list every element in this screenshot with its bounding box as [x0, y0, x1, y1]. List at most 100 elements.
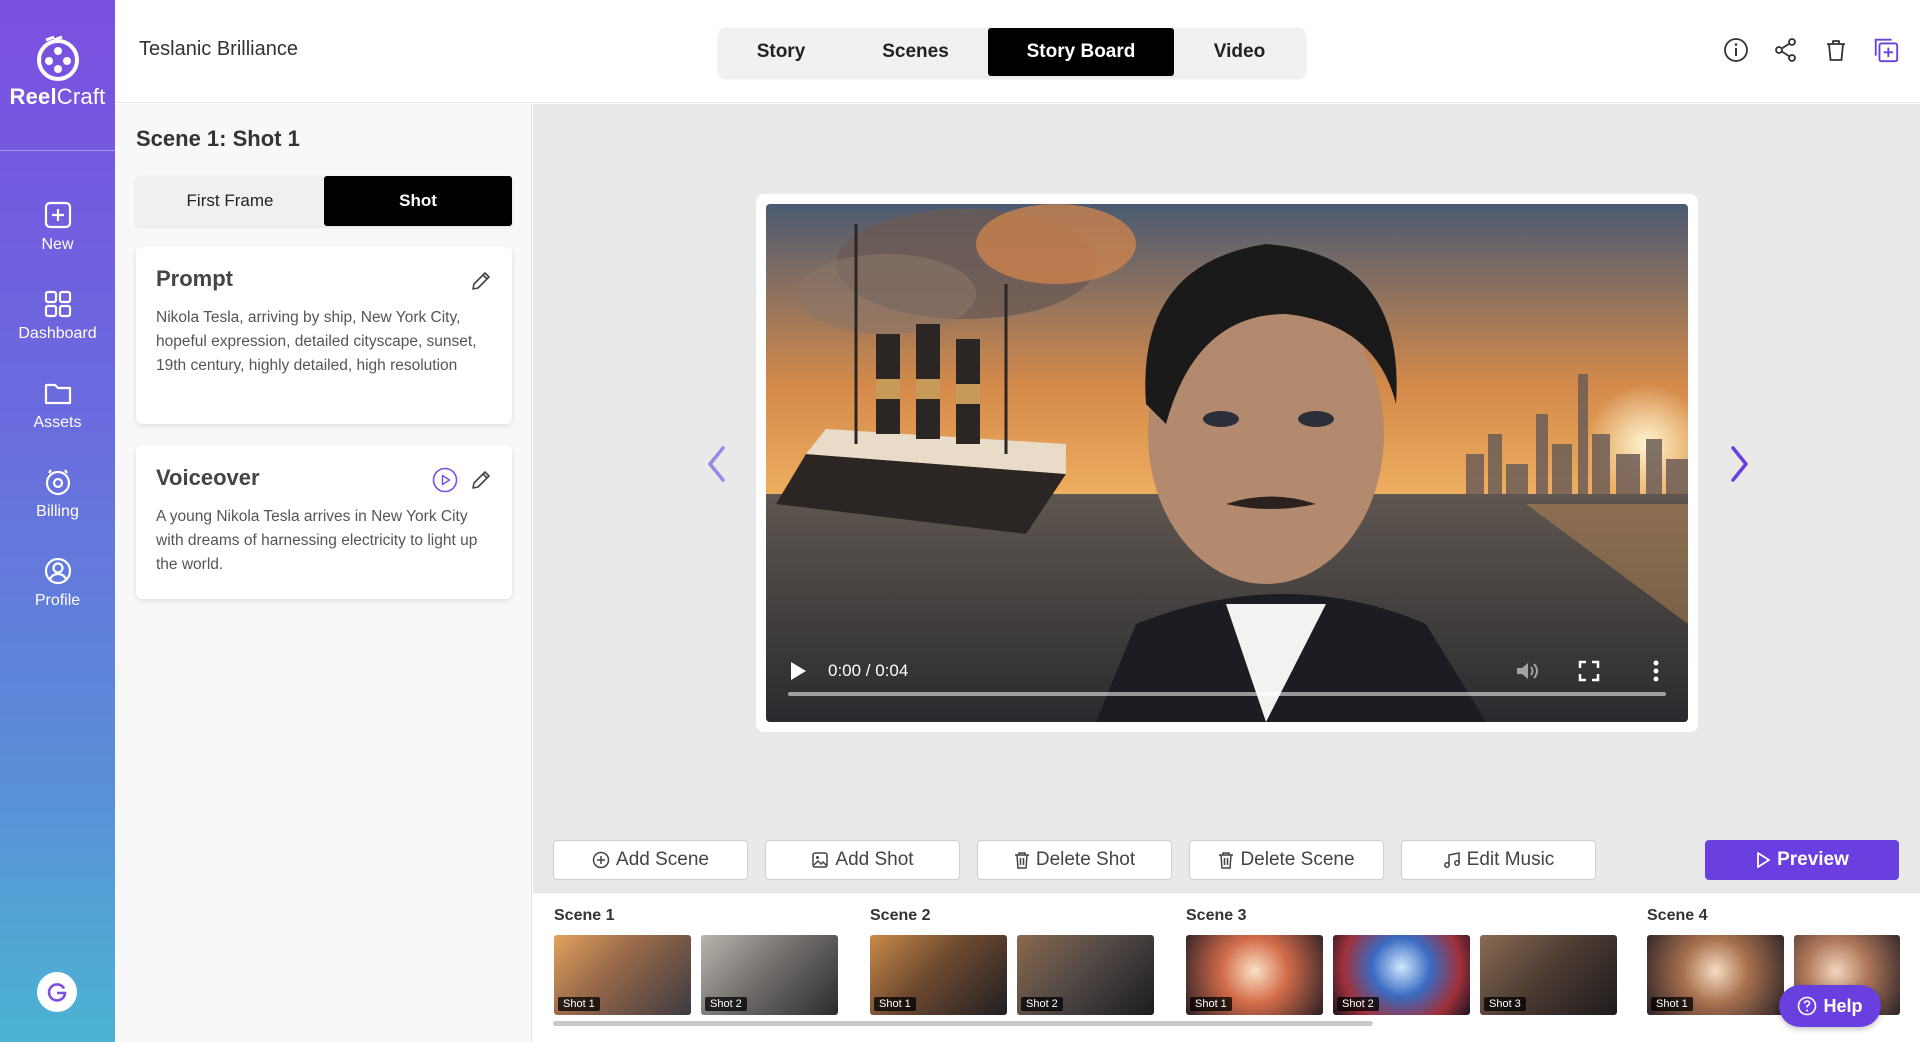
prompt-actions [468, 268, 494, 294]
sidebar-item-new[interactable]: New [0, 200, 115, 289]
play-circle-icon [432, 467, 458, 493]
add-scene-button[interactable]: Add Scene [553, 840, 748, 880]
logo[interactable]: ReelCraft [0, 34, 115, 110]
add-shot-button[interactable]: Add Shot [765, 840, 960, 880]
delete-shot-button[interactable]: Delete Shot [977, 840, 1172, 880]
delete-scene-label: Delete Scene [1240, 849, 1355, 870]
filmstrip-scene-3: Scene 3 Shot 1 Shot 2 Shot 3 [1186, 907, 1617, 1015]
shot-thumbnail[interactable]: Shot 1 [870, 935, 1007, 1015]
tab-story[interactable]: Story [719, 28, 843, 76]
voiceover-text: A young Nikola Tesla arrives in New York… [156, 508, 478, 573]
sidebar-item-label: Profile [34, 592, 81, 609]
storyboard-actions: Add Scene Add Shot Delete Shot Delete Sc… [553, 840, 1596, 880]
music-note-icon [1443, 852, 1460, 868]
preview-button[interactable]: Preview [1705, 840, 1899, 880]
edit-music-button[interactable]: Edit Music [1401, 840, 1596, 880]
fullscreen-icon [1578, 660, 1600, 682]
chevron-left-icon [708, 446, 725, 482]
shot-thumbnail[interactable]: Shot 1 [1186, 935, 1323, 1015]
shot-thumbnail[interactable]: Shot 1 [554, 935, 691, 1015]
info-icon [1724, 38, 1748, 62]
film-reel-icon [36, 35, 79, 81]
video-player[interactable]: 0:00 / 0:04 [766, 204, 1688, 722]
filmstrip: Scene 1 Shot 1 Shot 2 Scene 2 Shot 1 Sho… [533, 892, 1920, 1042]
shot-thumbnail[interactable]: Shot 2 [1333, 935, 1470, 1015]
video-time: 0:00 / 0:04 [828, 661, 909, 680]
video-progress-bar[interactable] [788, 692, 1666, 696]
prompt-card: Prompt Nikola Tesla, arriving by ship, N… [136, 246, 512, 424]
plus-square-icon [44, 201, 71, 229]
sidebar-item-assets[interactable]: Assets [0, 378, 115, 467]
storyboard-main: 0:00 / 0:04 Add Scene Add Shot Delete Sh… [533, 104, 1920, 892]
scene-label: Scene 4 [1647, 907, 1708, 924]
next-shot-button[interactable] [1727, 444, 1751, 489]
edit-voiceover-button[interactable] [468, 467, 494, 493]
copy-add-icon [1874, 38, 1899, 63]
shot-tag: Shot 2 [1021, 997, 1063, 1011]
first-frame-toggle[interactable]: First Frame [136, 176, 324, 226]
project-title: Teslanic Brilliance [139, 38, 298, 60]
header: Teslanic Brilliance Story Scenes Story B… [115, 0, 1920, 103]
play-button[interactable] [788, 660, 808, 687]
main-tabs: Story Scenes Story Board Video [719, 28, 1305, 76]
shot-tag: Shot 1 [1190, 997, 1232, 1011]
shot-thumbnail[interactable]: Shot 3 [1480, 935, 1617, 1015]
volume-icon [1517, 663, 1538, 679]
shot-tag: Shot 1 [874, 997, 916, 1011]
shot-thumbnail[interactable]: Shot 2 [701, 935, 838, 1015]
help-button[interactable]: Help [1779, 985, 1881, 1027]
trash-icon [1827, 40, 1845, 61]
share-icon [1775, 38, 1796, 62]
prompt-text: Nikola Tesla, arriving by ship, New York… [156, 309, 477, 374]
tab-story-board[interactable]: Story Board [988, 28, 1174, 76]
sidebar-item-label: Dashboard [18, 325, 97, 342]
shot-thumbnail[interactable]: Shot 1 [1647, 935, 1784, 1015]
delete-project-button[interactable] [1822, 36, 1850, 64]
play-voiceover-button[interactable] [432, 467, 458, 493]
sidebar-item-billing[interactable]: Billing [0, 467, 115, 556]
scene-label: Scene 2 [870, 907, 931, 924]
folder-icon [44, 383, 71, 405]
shot-tag: Shot 1 [558, 997, 600, 1011]
fullscreen-button[interactable] [1578, 660, 1600, 687]
sidebar-item-dashboard[interactable]: Dashboard [0, 289, 115, 378]
grid-icon [44, 290, 71, 318]
delete-shot-label: Delete Shot [1035, 849, 1136, 870]
frame-shot-toggle: First Frame Shot [136, 176, 512, 226]
play-outline-icon [1757, 852, 1770, 868]
filmstrip-scrollbar[interactable] [553, 1021, 1373, 1026]
more-options-button[interactable] [1652, 658, 1660, 689]
add-scene-label: Add Scene [616, 849, 709, 870]
sidebar-item-label: New [41, 236, 74, 253]
delete-scene-button[interactable]: Delete Scene [1189, 840, 1384, 880]
sidebar-divider [0, 150, 115, 151]
account-avatar[interactable] [37, 972, 77, 1012]
shot-tag: Shot 2 [705, 997, 747, 1011]
sidebar-item-label: Assets [33, 414, 82, 431]
voiceover-card: Voiceover A young Nikola Tesla arrives i… [136, 445, 512, 599]
shot-tag: Shot 3 [1484, 997, 1526, 1011]
coin-icon [45, 469, 70, 496]
edit-prompt-button[interactable] [468, 268, 494, 294]
filmstrip-scene-2: Scene 2 Shot 1 Shot 2 [870, 907, 1154, 1015]
share-button[interactable] [1772, 36, 1800, 64]
tab-scenes[interactable]: Scenes [843, 28, 988, 76]
volume-button[interactable] [1514, 658, 1540, 689]
prompt-title: Prompt [156, 266, 233, 291]
more-vertical-icon [1653, 660, 1659, 682]
header-actions [1722, 36, 1900, 64]
scene-label: Scene 1 [554, 907, 615, 924]
trash-icon [1219, 852, 1234, 869]
duplicate-button[interactable] [1872, 36, 1900, 64]
info-button[interactable] [1722, 36, 1750, 64]
previous-shot-button[interactable] [705, 444, 729, 489]
sidebar-item-profile[interactable]: Profile [0, 556, 115, 645]
tab-video[interactable]: Video [1174, 28, 1305, 76]
sidebar: ReelCraft New Dashboard Assets Billing P… [0, 0, 115, 1042]
plus-circle-icon [592, 851, 610, 869]
shot-toggle[interactable]: Shot [324, 176, 512, 226]
sidebar-nav: New Dashboard Assets Billing Profile [0, 200, 115, 645]
add-shot-label: Add Shot [835, 849, 914, 870]
help-label: Help [1823, 995, 1863, 1016]
shot-thumbnail[interactable]: Shot 2 [1017, 935, 1154, 1015]
